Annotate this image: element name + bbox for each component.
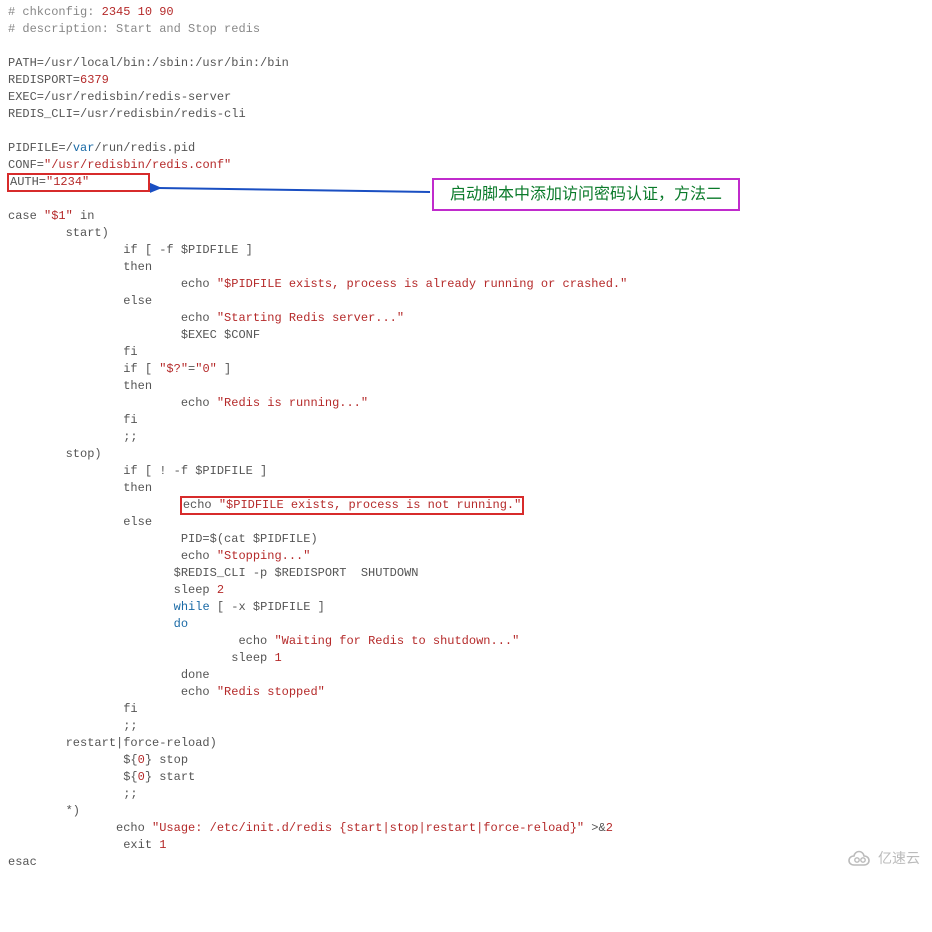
code-token: "$1": [44, 209, 73, 223]
code-token: ${: [8, 770, 138, 784]
code-token: "0": [195, 362, 217, 376]
code-line: REDIS_CLI=/usr/redisbin/redis-cli: [8, 107, 246, 121]
code-token: echo: [8, 685, 217, 699]
code-token: "1234": [46, 175, 89, 189]
code-token: CONF=: [8, 158, 44, 172]
code-token: "$PIDFILE exists, process is not running…: [219, 498, 521, 512]
code-token: "$?": [159, 362, 188, 376]
code-token: "Waiting for Redis to shutdown...": [274, 634, 519, 648]
code-token: 2: [606, 821, 613, 835]
code-token: echo: [8, 311, 217, 325]
code-line: then: [8, 481, 152, 495]
code-line: then: [8, 379, 152, 393]
code-line: PID=$(cat $PIDFILE): [8, 532, 318, 546]
code-line: esac: [8, 855, 37, 869]
code-token: } stop: [145, 753, 188, 767]
code-token: 0: [138, 753, 145, 767]
code-token: sleep: [8, 651, 274, 665]
code-line: EXEC=/usr/redisbin/redis-server: [8, 90, 231, 104]
code-token: >&: [584, 821, 606, 835]
code-token: echo: [8, 549, 217, 563]
code-token: echo: [8, 277, 217, 291]
code-token: echo: [8, 821, 152, 835]
code-token: REDISPORT=: [8, 73, 80, 87]
code-line: ;;: [8, 787, 138, 801]
code-line: *): [8, 804, 80, 818]
code-token: "$PIDFILE exists, process is already run…: [217, 277, 627, 291]
code-token: exit: [8, 838, 159, 852]
highlight-echo-line: echo "$PIDFILE exists, process is not ru…: [181, 497, 523, 514]
code-token: 1: [274, 651, 281, 665]
code-token: /run/redis.pid: [94, 141, 195, 155]
code-token: "Stopping...": [217, 549, 311, 563]
code-token: [8, 498, 181, 512]
code-block: # chkconfig: 2345 10 90 # description: S…: [8, 4, 924, 871]
code-token: ${: [8, 753, 138, 767]
code-line: ;;: [8, 430, 138, 444]
code-token: var: [73, 141, 95, 155]
cloud-icon: [846, 849, 874, 867]
annotation-callout: 启动脚本中添加访问密码认证，方法二: [432, 178, 740, 211]
code-line: fi: [8, 345, 138, 359]
code-line: fi: [8, 702, 138, 716]
watermark-text: 亿速云: [878, 850, 920, 867]
code-token: [8, 600, 174, 614]
code-line: PATH=/usr/local/bin:/sbin:/usr/bin:/bin: [8, 56, 289, 70]
code-token: if [: [8, 362, 159, 376]
code-line: $REDIS_CLI -p $REDISPORT SHUTDOWN: [8, 566, 418, 580]
code-token: 6379: [80, 73, 109, 87]
code-token: 2345 10 90: [102, 5, 174, 19]
code-line: if [ ! -f $PIDFILE ]: [8, 464, 267, 478]
code-token: } start: [145, 770, 195, 784]
code-token: while: [174, 600, 210, 614]
highlight-auth-line: AUTH="1234": [8, 174, 149, 191]
code-token: "/usr/redisbin/redis.conf": [44, 158, 231, 172]
code-token: echo: [8, 634, 274, 648]
code-line: else: [8, 515, 152, 529]
code-line: $EXEC $CONF: [8, 328, 260, 342]
watermark: 亿速云: [846, 849, 920, 867]
code-token: do: [174, 617, 188, 631]
code-token: 0: [138, 770, 145, 784]
code-token: 1: [159, 838, 166, 852]
code-line: fi: [8, 413, 138, 427]
code-token: AUTH=: [10, 175, 46, 189]
code-token: [8, 617, 174, 631]
code-token: sleep: [8, 583, 217, 597]
code-line: then: [8, 260, 152, 274]
code-line: ;;: [8, 719, 138, 733]
code-token: in: [73, 209, 95, 223]
code-token: "Usage: /etc/init.d/redis {start|stop|re…: [152, 821, 584, 835]
code-token: "Redis stopped": [217, 685, 325, 699]
code-token: "Redis is running...": [217, 396, 368, 410]
code-line: start): [8, 226, 109, 240]
code-line: stop): [8, 447, 102, 461]
code-token: case: [8, 209, 44, 223]
code-token: echo: [8, 396, 217, 410]
code-token: [ -x $PIDFILE ]: [210, 600, 325, 614]
code-token: 2: [217, 583, 224, 597]
code-line: else: [8, 294, 152, 308]
code-line: if [ -f $PIDFILE ]: [8, 243, 253, 257]
code-token: ]: [217, 362, 231, 376]
code-token: "Starting Redis server...": [217, 311, 404, 325]
code-token: PIDFILE=/: [8, 141, 73, 155]
code-line: # chkconfig:: [8, 5, 102, 19]
code-token: echo: [183, 498, 219, 512]
code-line: restart|force-reload): [8, 736, 217, 750]
code-line: # description: Start and Stop redis: [8, 22, 260, 36]
code-line: done: [8, 668, 210, 682]
